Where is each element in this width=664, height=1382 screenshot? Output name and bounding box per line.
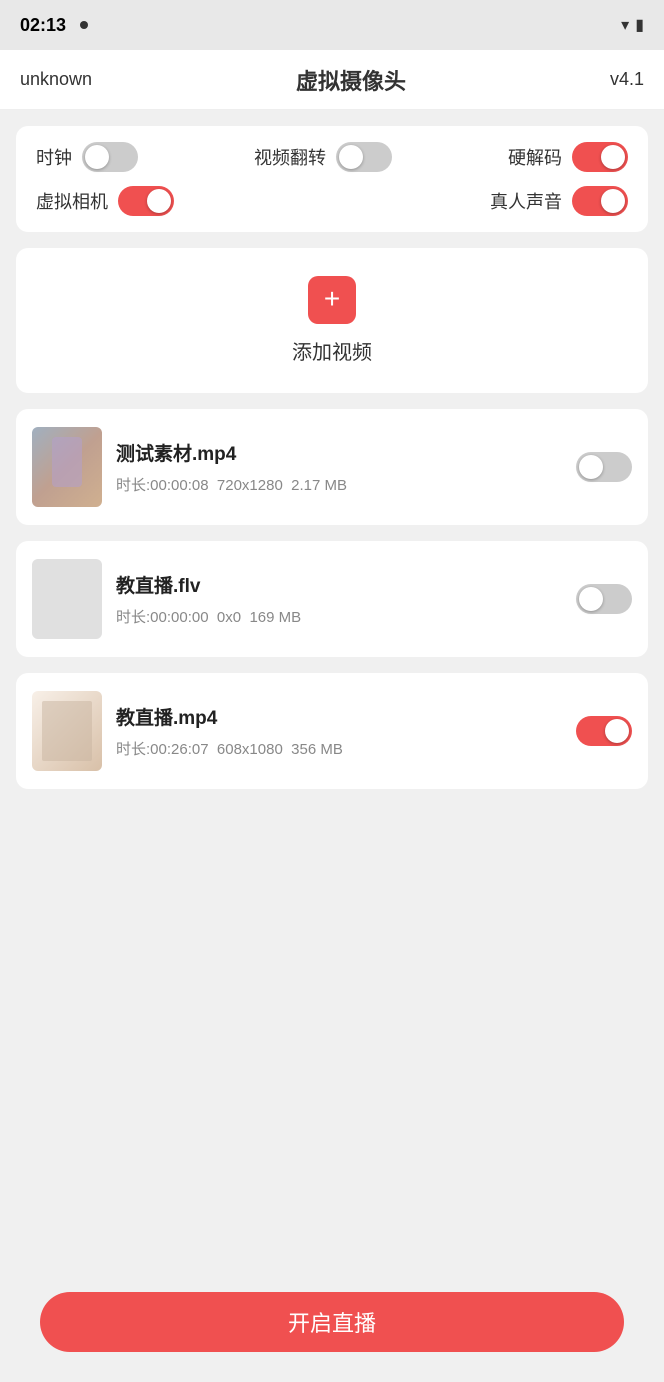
app-version: v4.1 bbox=[610, 69, 644, 90]
toggle-row-2: 虚拟相机 真人声音 bbox=[36, 186, 628, 216]
video-meta-2: 时长:00:00:00 0x0 169 MB bbox=[116, 606, 562, 627]
bottom-bar: 开启直播 bbox=[0, 1272, 664, 1382]
battery-icon: ▮ bbox=[635, 15, 644, 35]
video-meta-1: 时长:00:00:08 720x1280 2.17 MB bbox=[116, 474, 562, 495]
video-name-3: 教直播.mp4 bbox=[116, 703, 562, 730]
virtual-camera-label: 虚拟相机 bbox=[36, 188, 108, 214]
start-live-button[interactable]: 开启直播 bbox=[40, 1292, 624, 1352]
video-resolution-2: 0x0 bbox=[217, 609, 241, 626]
hardware-decode-toggle[interactable] bbox=[572, 142, 628, 172]
status-dot bbox=[80, 21, 88, 29]
status-time: 02:13 bbox=[20, 15, 66, 36]
main-content: 时钟 视频翻转 硬解码 虚拟相机 真人声音 bbox=[0, 110, 664, 1047]
video-info-2: 教直播.flv 时长:00:00:00 0x0 169 MB bbox=[116, 571, 562, 627]
add-video-card: + 添加视频 bbox=[16, 248, 648, 393]
video-meta-3: 时长:00:26:07 608x1080 356 MB bbox=[116, 738, 562, 759]
video-flip-label: 视频翻转 bbox=[254, 144, 326, 170]
plus-icon: + bbox=[324, 285, 340, 313]
content-spacer bbox=[0, 1047, 664, 1273]
video-info-1: 测试素材.mp4 时长:00:00:08 720x1280 2.17 MB bbox=[116, 439, 562, 495]
real-voice-toggle-group: 真人声音 bbox=[490, 186, 628, 216]
video-flip-toggle-group: 视频翻转 bbox=[254, 142, 392, 172]
video-duration-3: 时长:00:26:07 bbox=[116, 741, 209, 758]
real-voice-label: 真人声音 bbox=[490, 188, 562, 214]
video-item-3: 教直播.mp4 时长:00:26:07 608x1080 356 MB bbox=[16, 673, 648, 789]
start-live-label: 开启直播 bbox=[288, 1306, 376, 1338]
add-video-button[interactable]: + bbox=[308, 276, 356, 324]
hardware-decode-toggle-group: 硬解码 bbox=[508, 142, 628, 172]
video-item-2: 教直播.flv 时长:00:00:00 0x0 169 MB bbox=[16, 541, 648, 657]
video-size-3: 356 MB bbox=[291, 741, 343, 758]
clock-label: 时钟 bbox=[36, 144, 72, 170]
status-icons: ▾ ▮ bbox=[621, 15, 644, 35]
clock-toggle[interactable] bbox=[82, 142, 138, 172]
video-item-1: 测试素材.mp4 时长:00:00:08 720x1280 2.17 MB bbox=[16, 409, 648, 525]
video-name-1: 测试素材.mp4 bbox=[116, 439, 562, 466]
video-info-3: 教直播.mp4 时长:00:26:07 608x1080 356 MB bbox=[116, 703, 562, 759]
app-title: 虚拟摄像头 bbox=[296, 64, 406, 96]
app-header: unknown 虚拟摄像头 v4.1 bbox=[0, 50, 664, 110]
video-resolution-3: 608x1080 bbox=[217, 741, 283, 758]
video-size-1: 2.17 MB bbox=[291, 477, 347, 494]
toggle-section: 时钟 视频翻转 硬解码 虚拟相机 真人声音 bbox=[16, 126, 648, 232]
video-thumbnail-1 bbox=[32, 427, 102, 507]
video-name-2: 教直播.flv bbox=[116, 571, 562, 598]
virtual-camera-toggle[interactable] bbox=[118, 186, 174, 216]
hardware-decode-label: 硬解码 bbox=[508, 144, 562, 170]
video-toggle-2[interactable] bbox=[576, 584, 632, 614]
virtual-camera-toggle-group: 虚拟相机 bbox=[36, 186, 174, 216]
video-thumbnail-3 bbox=[32, 691, 102, 771]
video-thumbnail-2 bbox=[32, 559, 102, 639]
toggle-row-1: 时钟 视频翻转 硬解码 bbox=[36, 142, 628, 172]
video-size-2: 169 MB bbox=[249, 609, 301, 626]
video-toggle-1[interactable] bbox=[576, 452, 632, 482]
status-bar: 02:13 ▾ ▮ bbox=[0, 0, 664, 50]
video-duration-1: 时长:00:00:08 bbox=[116, 477, 209, 494]
video-flip-toggle[interactable] bbox=[336, 142, 392, 172]
add-video-label: 添加视频 bbox=[292, 336, 372, 365]
real-voice-toggle[interactable] bbox=[572, 186, 628, 216]
video-toggle-3[interactable] bbox=[576, 716, 632, 746]
video-duration-2: 时长:00:00:00 bbox=[116, 609, 209, 626]
clock-toggle-group: 时钟 bbox=[36, 142, 138, 172]
wifi-icon: ▾ bbox=[621, 15, 629, 35]
video-resolution-1: 720x1280 bbox=[217, 477, 283, 494]
header-unknown-label: unknown bbox=[20, 69, 92, 90]
